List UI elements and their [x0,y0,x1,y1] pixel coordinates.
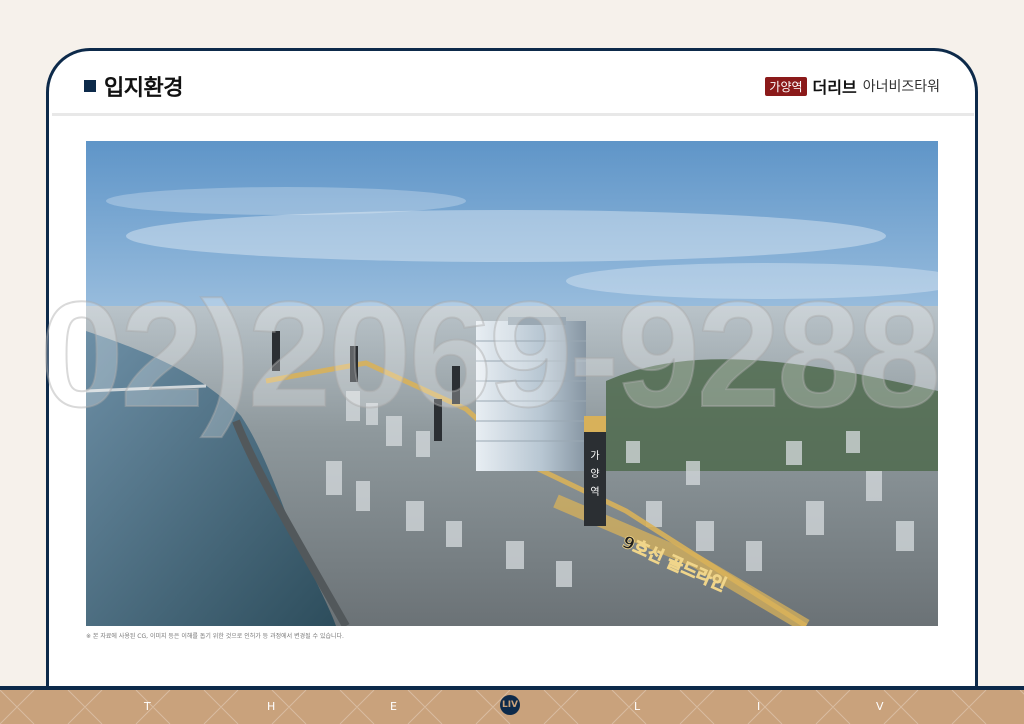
page-header: 입지환경 [84,70,183,102]
footer-letter-t: T [144,700,152,713]
page-title: 입지환경 [104,76,183,101]
station-badge: 가양역 [765,76,807,96]
footer-letter-l: L [634,700,642,713]
brand-name-bold: 더리브 [812,78,857,97]
footer-letter-e: E [390,700,398,713]
brand-name-light: 아너비즈타워 [862,79,940,95]
footer-letter-h: H [267,700,277,713]
tower-sign-char-1: 가 [590,450,599,462]
square-bullet-icon [84,80,96,92]
brand-logo: 가양역 더리브 아너비즈타워 [765,74,940,98]
tower-sign-char-3: 역 [590,486,599,498]
liv-logo-icon: LIV [500,695,520,715]
footer-letter-i: I [757,700,762,713]
image-disclaimer: ※ 본 자료에 사용된 CG, 이미지 등은 이해를 돕기 위한 것으로 인허가… [86,633,344,640]
footer-band: T H E LIV L I V [0,690,1024,724]
header-divider [52,113,974,116]
tower-sign-char-2: 양 [590,468,599,480]
footer-letter-v: V [876,700,885,713]
phone-watermark: 02)2069-9288 [39,269,942,439]
